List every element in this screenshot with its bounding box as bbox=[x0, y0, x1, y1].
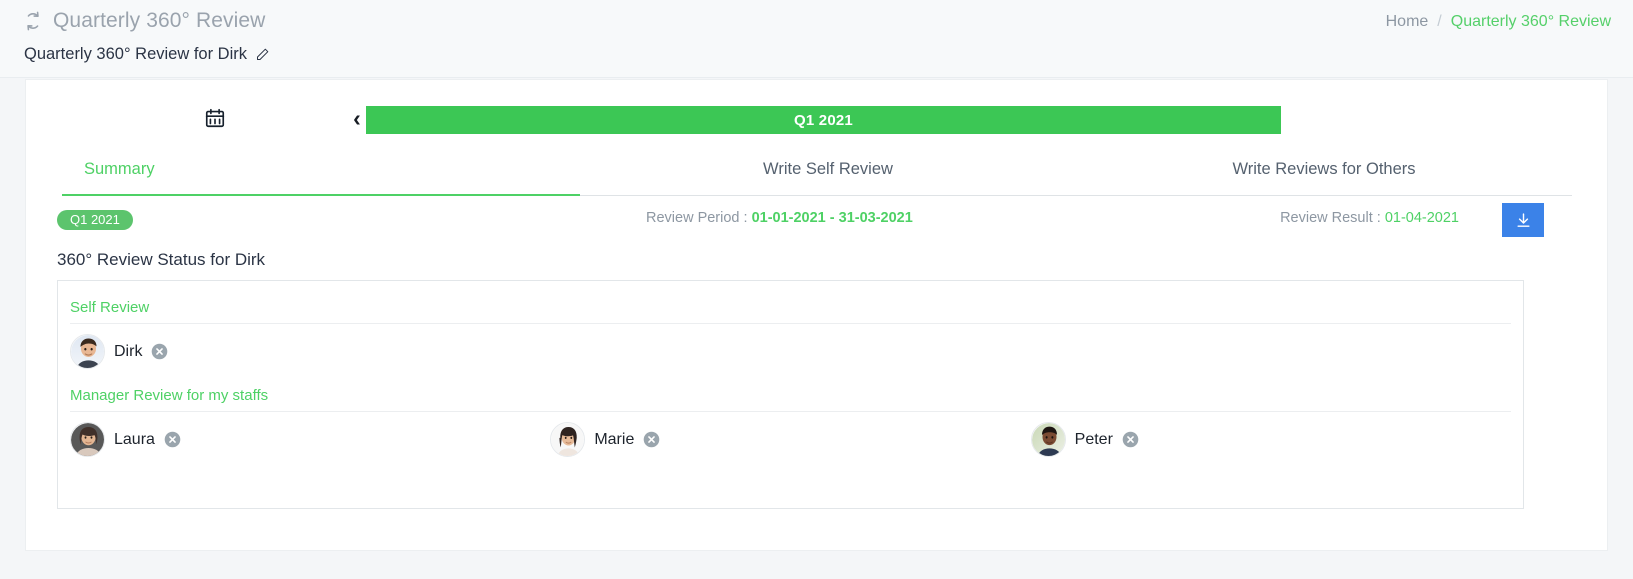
tab-write-reviews-for-others[interactable]: Write Reviews for Others bbox=[1076, 160, 1572, 195]
person-name: Laura bbox=[114, 430, 155, 448]
review-result: Review Result : 01-04-2021 bbox=[1280, 210, 1459, 226]
quarter-selector: ‹ Q1 2021 bbox=[26, 106, 1607, 134]
quarter-badge: Q1 2021 bbox=[57, 210, 133, 230]
avatar bbox=[550, 422, 586, 457]
calendar-icon[interactable] bbox=[204, 107, 226, 129]
x-circle-icon[interactable] bbox=[643, 431, 660, 448]
section-label-self-review: Self Review bbox=[70, 281, 1511, 324]
person-peter[interactable]: Peter bbox=[1030, 422, 1511, 457]
page-title-group: Quarterly 360° Review for Dirk bbox=[24, 45, 270, 64]
review-period: Review Period : 01-01-2021 - 31-03-2021 bbox=[646, 210, 913, 226]
review-status-box: Self Review Dirk Manager Review for my s… bbox=[57, 280, 1524, 509]
person-marie[interactable]: Marie bbox=[550, 422, 1030, 457]
avatar bbox=[70, 334, 105, 369]
tab-summary[interactable]: Summary bbox=[62, 160, 580, 196]
review-result-value: 01-04-2021 bbox=[1384, 210, 1459, 226]
download-icon bbox=[1515, 212, 1532, 229]
person-dirk[interactable]: Dirk bbox=[70, 334, 555, 369]
chevron-left-icon: ‹ bbox=[353, 104, 361, 131]
breadcrumb-separator: / bbox=[1437, 13, 1442, 30]
breadcrumb-home-link[interactable]: Home bbox=[1386, 13, 1429, 31]
status-heading: 360° Review Status for Dirk bbox=[57, 250, 266, 269]
review-meta-row: Q1 2021 Review Period : 01-01-2021 - 31-… bbox=[26, 203, 1607, 244]
x-circle-icon[interactable] bbox=[1122, 431, 1139, 448]
person-laura[interactable]: Laura bbox=[70, 422, 550, 457]
review-period-label: Review Period : bbox=[646, 210, 752, 226]
section-label-manager-review: Manager Review for my staffs bbox=[70, 369, 1511, 412]
current-quarter-bar[interactable]: Q1 2021 bbox=[366, 106, 1281, 134]
review-period-value: 01-01-2021 - 31-03-2021 bbox=[751, 210, 913, 226]
download-button[interactable] bbox=[1502, 203, 1544, 237]
tab-bar: Summary Write Self Review Write Reviews … bbox=[62, 160, 1572, 196]
cycle-icon bbox=[22, 10, 44, 32]
avatar bbox=[70, 422, 105, 457]
manager-review-people-row: Laura Marie Peter bbox=[58, 412, 1523, 457]
avatar bbox=[1030, 422, 1066, 457]
pencil-icon[interactable] bbox=[255, 47, 270, 62]
review-result-label: Review Result : bbox=[1280, 210, 1385, 226]
x-circle-icon[interactable] bbox=[164, 431, 181, 448]
top-header-bar: Quarterly 360° Review Quarterly 360° Rev… bbox=[0, 0, 1633, 78]
self-review-people-row: Dirk bbox=[58, 324, 1523, 369]
app-title: Quarterly 360° Review bbox=[53, 9, 266, 32]
person-name: Peter bbox=[1074, 430, 1113, 448]
x-circle-icon[interactable] bbox=[151, 343, 168, 360]
breadcrumb: Home / Quarterly 360° Review bbox=[1386, 13, 1611, 31]
person-name: Dirk bbox=[114, 342, 143, 360]
page-title: Quarterly 360° Review for Dirk bbox=[24, 45, 247, 63]
app-title-group: Quarterly 360° Review bbox=[22, 9, 265, 33]
person-name: Marie bbox=[594, 430, 635, 448]
tab-write-self-review[interactable]: Write Self Review bbox=[580, 160, 1076, 195]
main-content-card: ‹ Q1 2021 Summary Write Self Review Writ… bbox=[25, 79, 1608, 551]
breadcrumb-current[interactable]: Quarterly 360° Review bbox=[1451, 13, 1611, 31]
